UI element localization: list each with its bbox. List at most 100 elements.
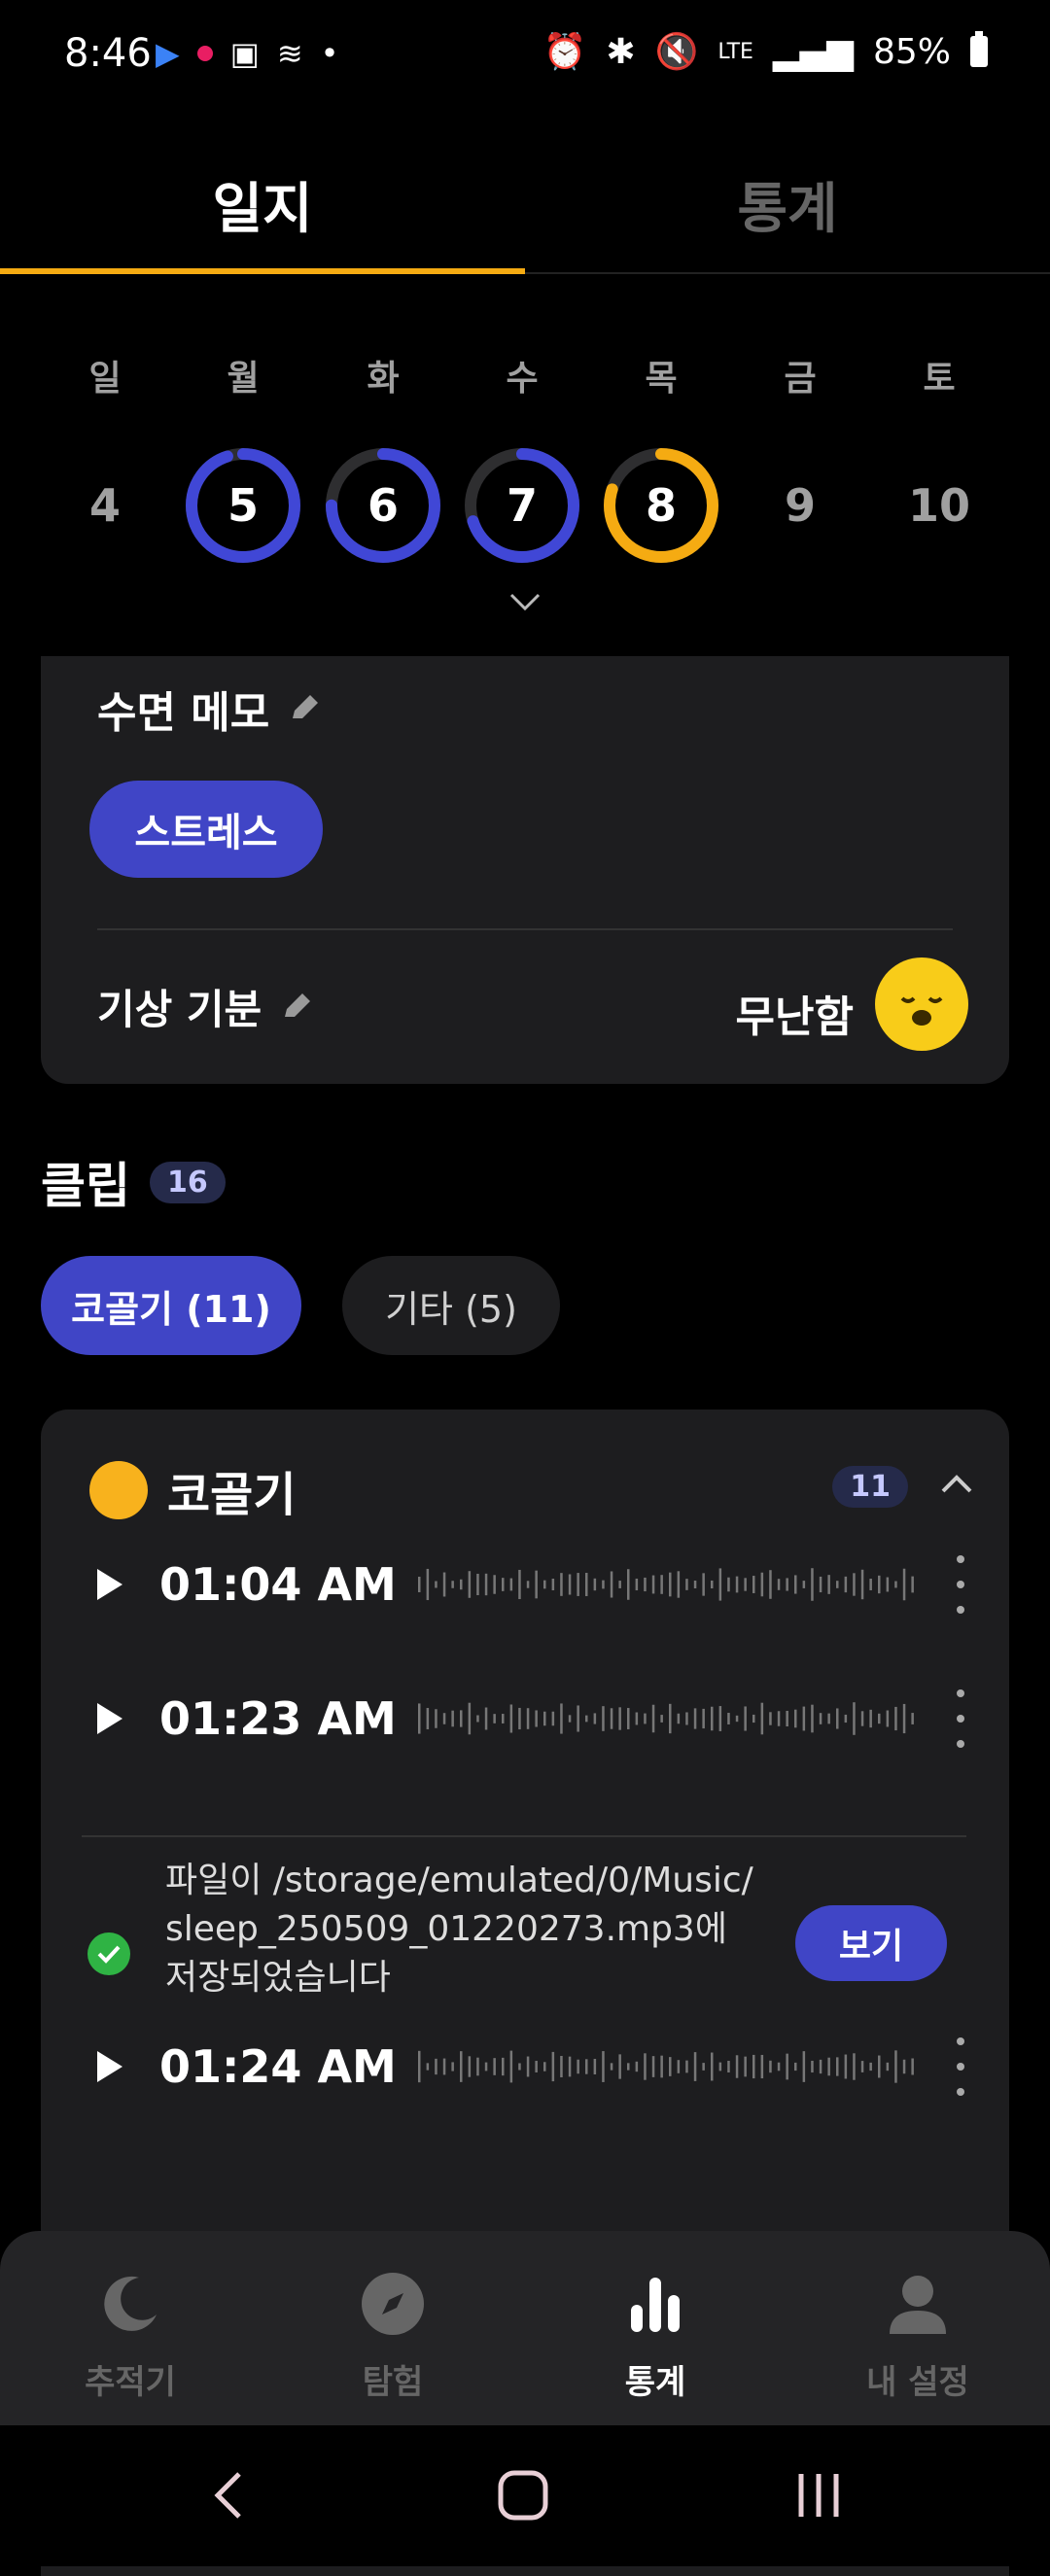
nav-tracker[interactable]: 추적기 bbox=[33, 2270, 228, 2403]
waveform-bar bbox=[426, 2063, 430, 2071]
mood-label-row: 기상 기분 bbox=[97, 977, 316, 1036]
waveform-bar bbox=[460, 1579, 463, 1590]
waveform-bar bbox=[618, 2054, 621, 2079]
waveform-bar bbox=[711, 1580, 714, 1589]
memo-title: 수면 메모 bbox=[97, 688, 270, 738]
nav-label: 통계 bbox=[624, 2363, 686, 2402]
waveform-bar bbox=[476, 1715, 479, 1723]
waveform-bar bbox=[426, 1708, 430, 1729]
waveform-bar bbox=[651, 1704, 655, 1733]
waveform-bar bbox=[836, 2057, 839, 2076]
waveform-bar bbox=[844, 1576, 848, 1593]
waveform-bar bbox=[860, 2061, 864, 2072]
waveform-bar bbox=[568, 1574, 572, 1595]
day-button[interactable]: 7 bbox=[459, 442, 585, 569]
waveform-bar bbox=[651, 2056, 655, 2077]
filter-snore-chip[interactable]: 코골기 (11) bbox=[41, 1256, 301, 1355]
day-button[interactable]: 9 bbox=[737, 442, 863, 569]
waveform-bar bbox=[744, 1706, 747, 1731]
waveform-bar bbox=[802, 1581, 806, 1588]
play-icon[interactable] bbox=[88, 1697, 130, 1740]
waveform-bar bbox=[735, 1715, 739, 1723]
waveform-bar bbox=[426, 1568, 430, 1601]
waveform-bar bbox=[418, 2050, 421, 2083]
waveform-bar bbox=[777, 1711, 781, 1726]
view-button[interactable]: 보기 bbox=[795, 1905, 947, 1981]
waveform-bar bbox=[853, 1702, 856, 1735]
battery-icon bbox=[970, 31, 988, 67]
clip-row[interactable]: 01:23 AM bbox=[88, 1670, 982, 1767]
pencil-icon[interactable] bbox=[277, 988, 316, 1027]
clips-title: 클립 bbox=[41, 1158, 130, 1214]
waveform-bar bbox=[794, 1709, 797, 1728]
weekday-label: 토 bbox=[923, 359, 956, 399]
collapse-chevron-icon[interactable] bbox=[937, 1464, 976, 1503]
waveform-bar bbox=[526, 2056, 530, 2077]
bottom-navigation: 추적기 탐험 통계 내 설정 bbox=[0, 2231, 1050, 2425]
day-button[interactable]: 4 bbox=[42, 442, 168, 569]
clips-count-badge: 16 bbox=[150, 1161, 226, 1203]
waveform-bar bbox=[476, 2057, 479, 2076]
recents-icon[interactable] bbox=[791, 2468, 846, 2523]
pencil-icon[interactable] bbox=[285, 689, 324, 728]
tab-stats[interactable]: 통계 bbox=[525, 165, 1050, 244]
waveform-bar bbox=[711, 1706, 714, 1731]
waveform-bar bbox=[493, 1714, 496, 1723]
waveform-bar bbox=[627, 2063, 630, 2071]
nav-explore[interactable]: 탐험 bbox=[296, 2270, 490, 2403]
waveform-bar bbox=[610, 1571, 613, 1598]
weekday-label: 일 bbox=[88, 359, 122, 399]
nav-stats[interactable]: 통계 bbox=[558, 2270, 752, 2403]
waveform-bar bbox=[593, 1578, 597, 1591]
check-circle-icon bbox=[88, 1932, 130, 1975]
waveform-bar bbox=[460, 1710, 463, 1727]
day-number: 6 bbox=[367, 479, 399, 532]
waveform-bar bbox=[794, 1575, 797, 1594]
mood-label: 기상 기분 bbox=[97, 986, 262, 1033]
waveform-bar bbox=[811, 1568, 814, 1601]
more-options-icon[interactable] bbox=[939, 1555, 982, 1614]
tag-chip[interactable]: 스트레스 bbox=[89, 781, 323, 878]
day-button-selected[interactable]: 8 bbox=[598, 442, 724, 569]
waveform-bar bbox=[802, 2051, 806, 2082]
waveform-bar bbox=[693, 1581, 697, 1588]
day-button[interactable]: 6 bbox=[320, 442, 446, 569]
waveform-bar bbox=[502, 1714, 505, 1723]
waveform-bar bbox=[752, 1576, 755, 1593]
clip-row[interactable]: 01:04 AM bbox=[88, 1536, 982, 1633]
home-icon[interactable] bbox=[496, 2468, 550, 2523]
waveform-bar bbox=[827, 1575, 830, 1594]
more-options-icon[interactable] bbox=[939, 2037, 982, 2096]
waveform-bar bbox=[869, 1579, 872, 1590]
expand-chevron-icon[interactable] bbox=[506, 583, 544, 622]
play-icon[interactable] bbox=[88, 2045, 130, 2088]
more-options-icon[interactable] bbox=[939, 1689, 982, 1748]
day-number: 8 bbox=[645, 479, 677, 532]
clip-row[interactable]: 01:24 AM bbox=[88, 2018, 982, 2115]
waveform-bar bbox=[577, 2059, 579, 2074]
tab-journal[interactable]: 일지 bbox=[0, 165, 525, 244]
top-tabs: 일지 통계 bbox=[0, 146, 1050, 274]
back-icon[interactable] bbox=[204, 2466, 253, 2524]
clip-section-header[interactable]: 코골기 bbox=[89, 1456, 296, 1524]
moon-icon bbox=[104, 2276, 157, 2331]
compass-icon bbox=[362, 2273, 424, 2335]
waveform-bar bbox=[786, 1710, 788, 1727]
person-icon bbox=[890, 2276, 946, 2334]
waveform-bar bbox=[878, 1713, 881, 1724]
day-button[interactable]: 5 bbox=[180, 442, 306, 569]
waveform-bar bbox=[718, 1706, 722, 1731]
play-icon[interactable] bbox=[88, 1563, 130, 1606]
nav-settings[interactable]: 내 설정 bbox=[821, 2270, 1015, 2403]
weekday-label: 목 bbox=[645, 359, 678, 399]
waveform-bar bbox=[568, 1715, 572, 1723]
waveform-bar bbox=[902, 1568, 906, 1601]
day-button[interactable]: 10 bbox=[876, 442, 1002, 569]
neutral-face-icon bbox=[875, 957, 968, 1051]
waveform-bar bbox=[627, 1708, 630, 1729]
waveform-bar bbox=[518, 1707, 521, 1730]
waveform-bar bbox=[535, 1710, 538, 1727]
filter-other-chip[interactable]: 기타 (5) bbox=[342, 1256, 560, 1355]
day-number: 10 bbox=[907, 479, 970, 532]
day-number: 5 bbox=[227, 479, 259, 532]
